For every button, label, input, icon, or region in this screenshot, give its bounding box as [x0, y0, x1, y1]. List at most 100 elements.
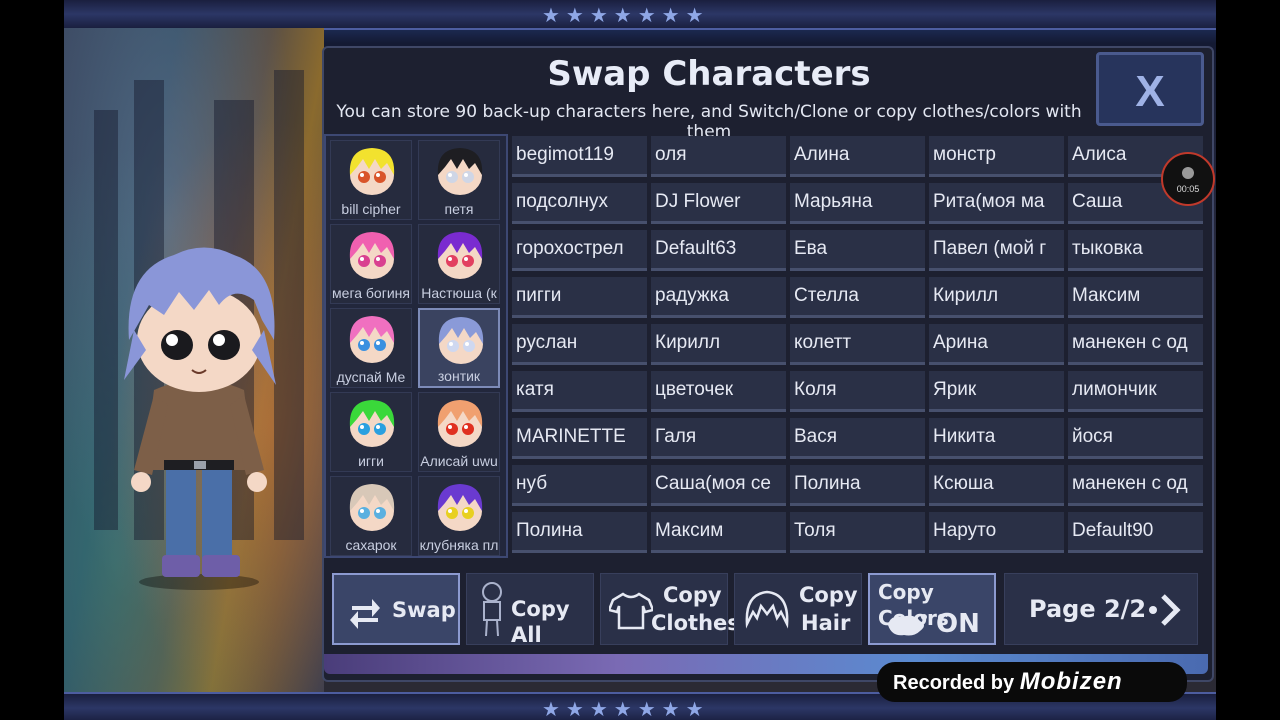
backup-character-cell[interactable]: Ева	[790, 230, 925, 271]
backup-character-cell[interactable]: нуб	[512, 465, 647, 506]
character-face-icon	[349, 484, 395, 531]
close-button[interactable]: X	[1096, 52, 1204, 126]
copy-hair-label-1: Copy	[799, 583, 858, 607]
character-preview	[124, 247, 276, 590]
swap-button[interactable]: Swap	[332, 573, 460, 645]
backup-character-cell[interactable]: Стелла	[790, 277, 925, 318]
backup-character-cell[interactable]: тыковка	[1068, 230, 1203, 271]
backup-character-cell[interactable]: радужка	[651, 277, 786, 318]
top-bar: ★★★★★★★	[64, 0, 1216, 30]
backup-character-cell[interactable]: Кирилл	[651, 324, 786, 365]
character-face-icon	[437, 232, 483, 279]
chevron-right-icon	[1149, 594, 1181, 626]
character-slot[interactable]: клубняка пл	[418, 476, 500, 556]
backup-character-cell[interactable]: манекен с од	[1068, 324, 1203, 365]
backup-character-cell[interactable]: колетт	[790, 324, 925, 365]
copy-hair-button[interactable]: Copy Hair	[734, 573, 862, 645]
backup-character-grid: begimot119 оля Алина монстр Алиса подсолнух DJ…	[512, 136, 1206, 554]
backup-character-cell[interactable]: Коля	[790, 371, 925, 412]
backup-character-cell[interactable]: Максим	[651, 512, 786, 553]
backup-character-cell[interactable]: Полина	[512, 512, 647, 553]
character-face-icon	[437, 148, 483, 195]
character-slots: bill cipher петя мега богиня Настюша (к дусп…	[324, 134, 508, 558]
character-slot[interactable]: петя	[418, 140, 500, 220]
record-dot-icon	[1182, 167, 1194, 179]
character-slot[interactable]: мега богиня	[330, 224, 412, 304]
character-slot-name: игги	[358, 453, 384, 469]
character-slot-name: bill cipher	[341, 201, 401, 217]
backup-character-cell[interactable]: Толя	[790, 512, 925, 553]
backup-character-cell[interactable]: горохострел	[512, 230, 647, 271]
swap-icon	[350, 599, 380, 629]
character-slot[interactable]: сахарок	[330, 476, 412, 556]
recorder-watermark: Recorded by Mobizen	[877, 662, 1187, 702]
timer-text: 00:05	[1176, 184, 1200, 194]
character-outline-icon	[482, 582, 502, 637]
character-slot[interactable]: bill cipher	[330, 140, 412, 220]
backup-character-cell[interactable]: подсолнух	[512, 183, 647, 224]
character-slot-name: петя	[444, 201, 474, 217]
backup-character-cell[interactable]: Ксюша	[929, 465, 1064, 506]
backup-character-cell[interactable]: Никита	[929, 418, 1064, 459]
backup-character-cell[interactable]: монстр	[929, 136, 1064, 177]
page-indicator: Page 2/2	[1029, 595, 1147, 623]
backup-character-cell[interactable]: манекен с од	[1068, 465, 1203, 506]
character-slot-name: дуспай Ме	[336, 369, 406, 385]
character-slot-name: сахарок	[345, 537, 397, 553]
backup-character-cell[interactable]: Вася	[790, 418, 925, 459]
character-face-icon	[438, 317, 484, 364]
character-slot-name: Настюша (к	[421, 285, 497, 301]
backup-character-cell[interactable]: begimot119	[512, 136, 647, 177]
character-slot-name: Алисай uwu	[420, 453, 498, 469]
copy-colors-toggle[interactable]: Copy Colors ON	[868, 573, 996, 645]
backup-character-cell[interactable]: лимончик	[1068, 371, 1203, 412]
character-slot[interactable]: игги	[330, 392, 412, 472]
character-face-icon	[349, 400, 395, 447]
backup-character-cell[interactable]: йося	[1068, 418, 1203, 459]
character-face-icon	[349, 316, 395, 363]
game-screen: ★★★★★★★ Swap Characters You can store 90…	[64, 0, 1216, 720]
backup-character-cell[interactable]: пигги	[512, 277, 647, 318]
backup-character-cell[interactable]: Default90	[1068, 512, 1203, 553]
backup-character-cell[interactable]: Полина	[790, 465, 925, 506]
character-slot[interactable]: дуспай Ме	[330, 308, 412, 388]
backup-character-cell[interactable]: Арина	[929, 324, 1064, 365]
character-slot[interactable]: Алисай uwu	[418, 392, 500, 472]
backup-character-cell[interactable]: Павел (мой г	[929, 230, 1064, 271]
recorder-brand: Mobizen	[1019, 668, 1123, 695]
copy-clothes-button[interactable]: Copy Clothes	[600, 573, 740, 645]
recording-timer[interactable]: 00:05	[1161, 152, 1215, 206]
copy-clothes-label-1: Copy	[663, 583, 722, 607]
hair-icon	[745, 590, 789, 629]
swap-label: Swap	[392, 598, 456, 622]
character-slot-name: зонтик	[437, 368, 481, 384]
swap-characters-panel: Swap Characters You can store 90 back-up…	[322, 46, 1214, 682]
backup-character-cell[interactable]: Алина	[790, 136, 925, 177]
backup-character-cell[interactable]: Саша(моя се	[651, 465, 786, 506]
backup-character-cell[interactable]: Default63	[651, 230, 786, 271]
backup-character-cell[interactable]: Максим	[1068, 277, 1203, 318]
backup-character-cell[interactable]: Наруто	[929, 512, 1064, 553]
recorder-label: Recorded by	[893, 672, 1015, 694]
copy-hair-label-2: Hair	[801, 611, 851, 635]
backup-character-cell[interactable]: Рита(моя ма	[929, 183, 1064, 224]
backup-character-cell[interactable]: оля	[651, 136, 786, 177]
backup-character-cell[interactable]: Галя	[651, 418, 786, 459]
copy-colors-state: ON	[936, 609, 980, 639]
character-slot[interactable]: Настюша (к	[418, 224, 500, 304]
page-next-button[interactable]: Page 2/2	[1004, 573, 1198, 645]
backup-character-cell[interactable]: катя	[512, 371, 647, 412]
backup-character-cell[interactable]: Ярик	[929, 371, 1064, 412]
backup-character-cell[interactable]: Марьяна	[790, 183, 925, 224]
character-slot[interactable]: зонтик	[418, 308, 500, 388]
character-slot-name: мега богиня	[332, 285, 410, 301]
copy-clothes-label-2: Clothes	[651, 611, 740, 635]
paint-splash-icon	[888, 614, 927, 636]
backup-character-cell[interactable]: MARINETTE	[512, 418, 647, 459]
backup-character-cell[interactable]: DJ Flower	[651, 183, 786, 224]
backup-character-cell[interactable]: цветочек	[651, 371, 786, 412]
backup-character-cell[interactable]: руслан	[512, 324, 647, 365]
character-face-icon	[437, 484, 483, 531]
copy-all-button[interactable]: Copy All	[466, 573, 594, 647]
backup-character-cell[interactable]: Кирилл	[929, 277, 1064, 318]
